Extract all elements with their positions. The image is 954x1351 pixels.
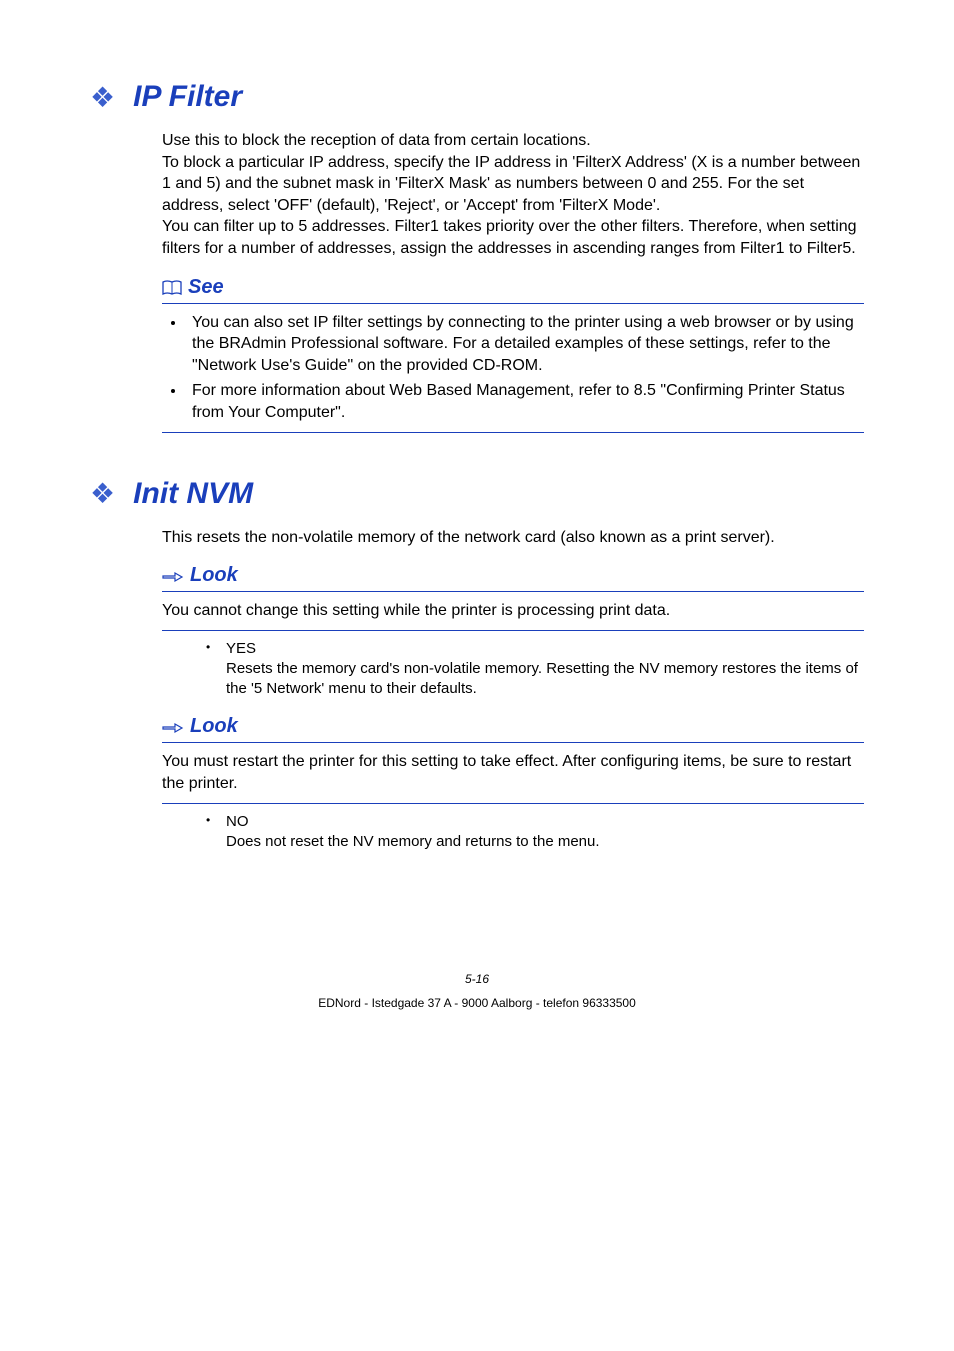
divider (162, 630, 864, 631)
option-list: NO Does not reset the NV memory and retu… (206, 812, 864, 853)
footer-vendor: EDNord - Istedgade 37 A - 9000 Aalborg -… (90, 996, 864, 1010)
section-heading-ip-filter: ❖ IP Filter (90, 80, 864, 114)
page-footer: 5-16 EDNord - Istedgade 37 A - 9000 Aalb… (90, 972, 864, 1010)
diamond-bullet-icon: ❖ (90, 477, 115, 510)
divider (162, 803, 864, 804)
list-item: For more information about Web Based Man… (186, 380, 864, 423)
list-item: YES Resets the memory card's non-volatil… (206, 639, 864, 700)
page-number: 5-16 (90, 972, 864, 986)
see-subheading: See (162, 274, 864, 301)
divider (162, 742, 864, 743)
divider (162, 591, 864, 592)
list-item: You can also set IP filter settings by c… (186, 312, 864, 377)
diamond-bullet-icon: ❖ (90, 81, 115, 114)
page-root: ❖ IP Filter Use this to block the recept… (0, 0, 954, 1050)
section-title: IP Filter (133, 80, 242, 114)
see-label: See (188, 274, 224, 301)
option-label: NO (226, 812, 864, 832)
section-body: Use this to block the reception of data … (162, 130, 864, 433)
look-text: You must restart the printer for this se… (162, 751, 864, 794)
section-heading-init-nvm: ❖ Init NVM (90, 477, 864, 511)
look-label: Look (190, 562, 238, 589)
option-desc: Resets the memory card's non-volatile me… (226, 659, 864, 700)
option-label: YES (226, 639, 864, 659)
pointing-hand-icon (162, 715, 184, 739)
look-text: You cannot change this setting while the… (162, 600, 864, 622)
look-label: Look (190, 713, 238, 740)
section-title: Init NVM (133, 477, 253, 511)
section-body: This resets the non-volatile memory of t… (162, 527, 864, 853)
look-subheading: Look (162, 562, 864, 589)
paragraph: You can filter up to 5 addresses. Filter… (162, 216, 864, 259)
divider (162, 303, 864, 304)
book-icon (162, 275, 182, 299)
option-list: YES Resets the memory card's non-volatil… (206, 639, 864, 700)
paragraph: This resets the non-volatile memory of t… (162, 527, 864, 549)
list-item: NO Does not reset the NV memory and retu… (206, 812, 864, 853)
option-desc: Does not reset the NV memory and returns… (226, 832, 864, 852)
see-list: You can also set IP filter settings by c… (178, 312, 864, 424)
pointing-hand-icon (162, 563, 184, 587)
look-subheading: Look (162, 713, 864, 740)
paragraph: To block a particular IP address, specif… (162, 152, 864, 217)
paragraph: Use this to block the reception of data … (162, 130, 864, 152)
